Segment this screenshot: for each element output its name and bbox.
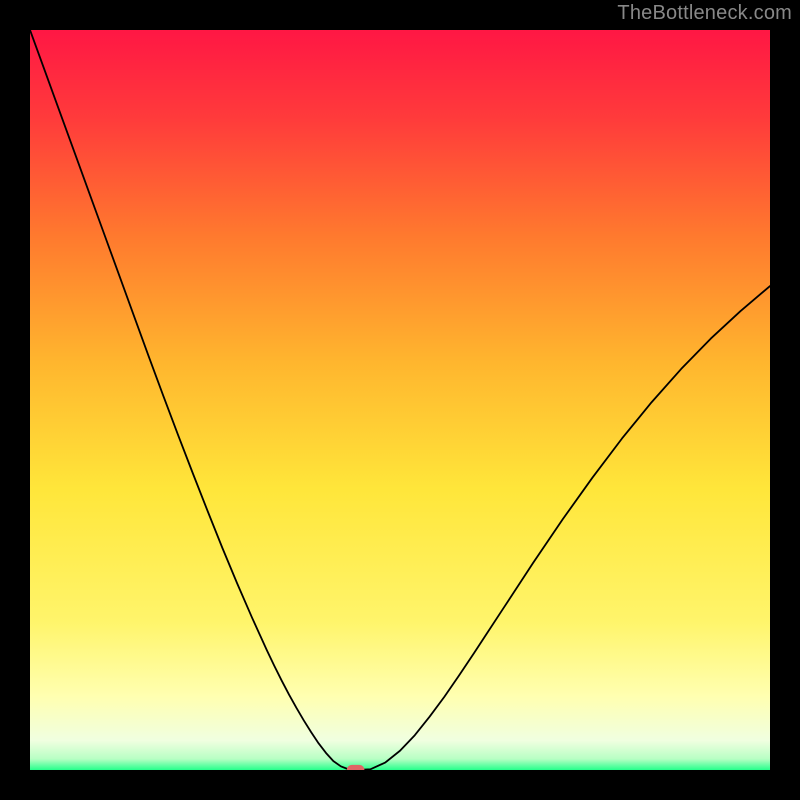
plot-area [30,30,770,770]
chart-frame: TheBottleneck.com [0,0,800,800]
watermark-text: TheBottleneck.com [617,2,792,25]
marker-optimal-point [347,765,365,770]
chart-svg [30,30,770,770]
plot-background [30,30,770,770]
